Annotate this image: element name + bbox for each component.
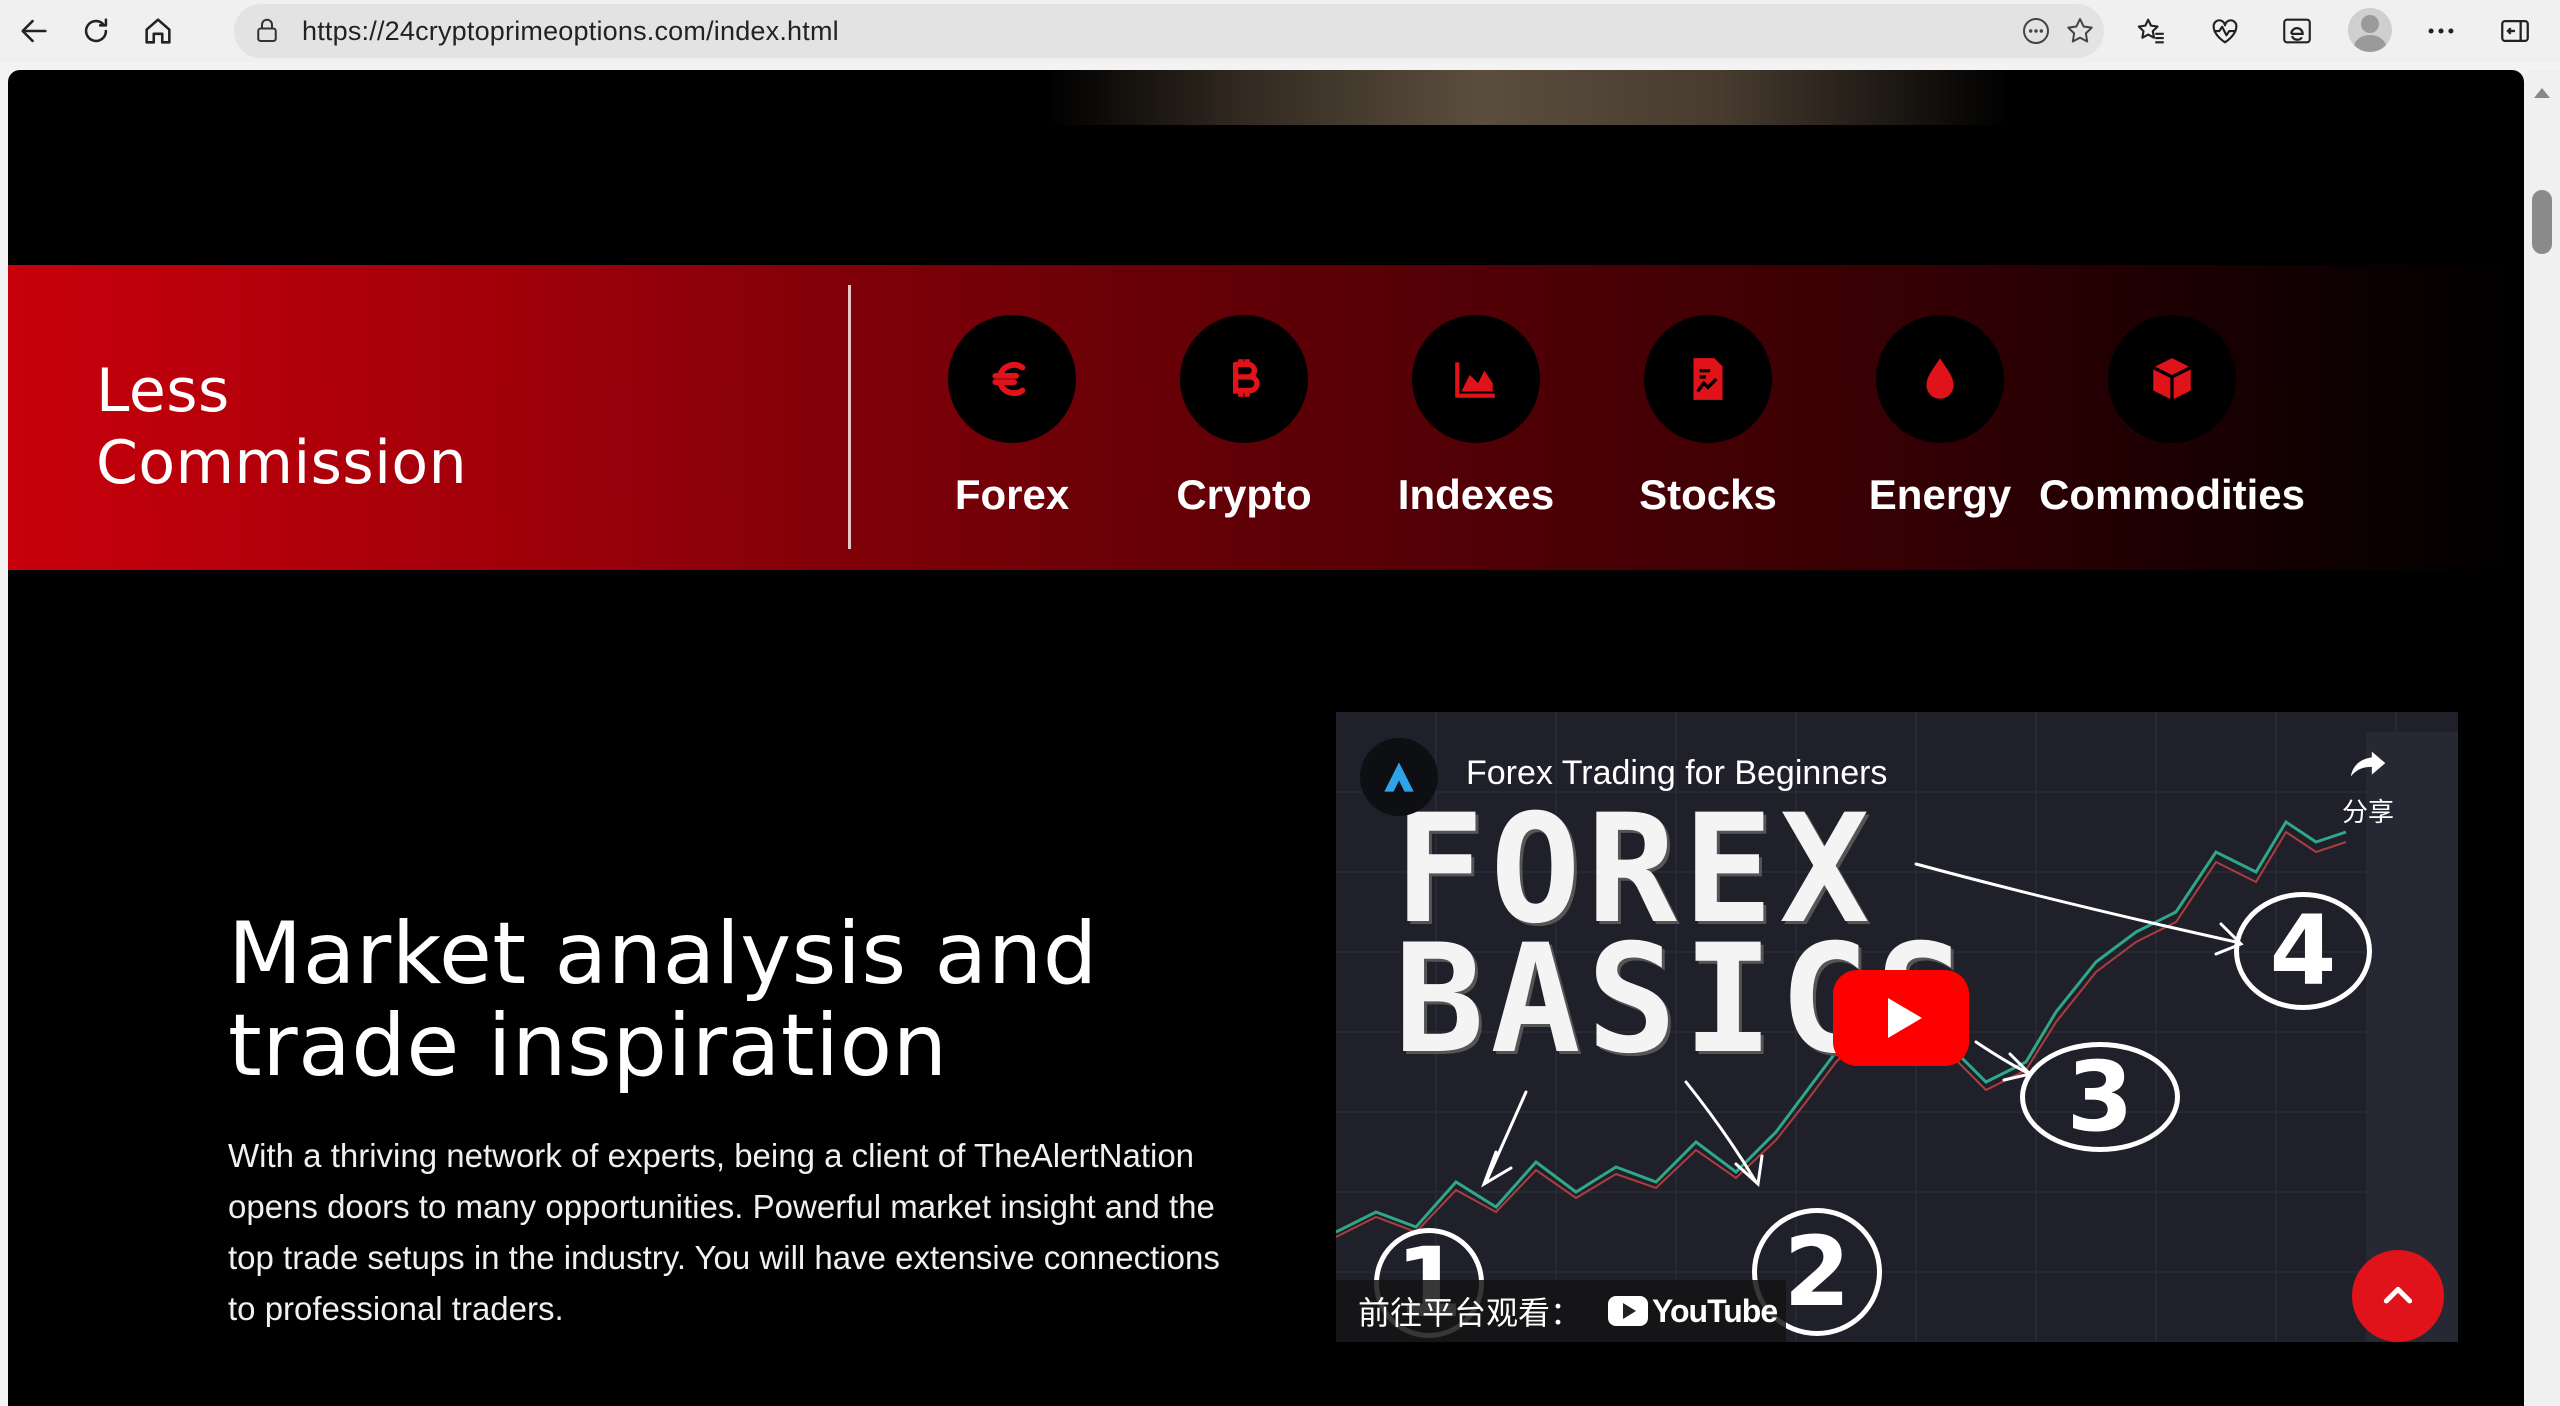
market-energy[interactable]: Energy — [1820, 315, 2060, 519]
sidebar-toggle-button[interactable] — [2494, 10, 2536, 52]
market-commodities[interactable]: Commodities — [2039, 315, 2305, 519]
step-3-circle: 3 — [2020, 1041, 2180, 1153]
band-title: Less Commission — [96, 356, 468, 498]
market-label: Energy — [1868, 471, 2012, 518]
youtube-play-icon — [1608, 1296, 1649, 1326]
favorite-star-icon[interactable] — [2064, 15, 2096, 47]
hero-image-edge — [1048, 70, 2008, 125]
step-4-circle: 4 — [2234, 892, 2372, 1010]
channel-a-logo-icon — [1384, 762, 1414, 792]
share-label: 分享 — [2342, 797, 2395, 827]
market-stocks[interactable]: Stocks — [1588, 315, 1828, 519]
section-headline: Market analysis and trade inspiration — [228, 904, 1098, 1096]
url-text[interactable]: https://24cryptoprimeoptions.com/index.h… — [302, 16, 839, 47]
area-chart-icon — [1455, 362, 1495, 398]
browser-essentials-button[interactable] — [2204, 10, 2246, 52]
market-crypto-circle — [1180, 315, 1308, 443]
commission-band: Less Commission Forex Crypto Indexes Sto… — [8, 265, 2524, 570]
market-crypto[interactable]: Crypto — [1124, 315, 1364, 519]
market-label: Crypto — [1176, 471, 1312, 518]
cube-icon — [2152, 358, 2192, 400]
favorites-button[interactable] — [2130, 10, 2172, 52]
youtube-logo[interactable]: YouTube — [1608, 1292, 1778, 1330]
address-bar[interactable]: https://24cryptoprimeoptions.com/index.h… — [234, 4, 2104, 58]
favorites-icon — [2137, 18, 2164, 44]
channel-logo[interactable] — [1360, 738, 1438, 816]
back-icon — [21, 19, 47, 43]
market-indexes[interactable]: Indexes — [1356, 315, 1596, 519]
video-title[interactable]: Forex Trading for Beginners — [1466, 754, 1887, 793]
euro-icon — [992, 361, 1026, 397]
market-forex[interactable]: Forex — [892, 315, 1132, 519]
browser-toolbar: https://24cryptoprimeoptions.com/index.h… — [0, 0, 2560, 62]
settings-menu-icon — [2428, 28, 2454, 34]
back-to-top-button[interactable] — [2352, 1250, 2444, 1342]
home-icon — [145, 18, 171, 44]
site-info-icon[interactable] — [252, 16, 282, 46]
youtube-embed[interactable]: FOREX BASICS 1 2 3 4 Forex Trading for B… — [1336, 712, 2458, 1342]
youtube-wordmark: YouTube — [1652, 1292, 1778, 1329]
market-stocks-circle — [1644, 315, 1772, 443]
page-scrollbar[interactable] — [2524, 70, 2560, 1406]
document-chart-icon — [1693, 358, 1723, 400]
health-icon — [2212, 19, 2238, 44]
bitcoin-icon — [1232, 359, 1260, 397]
scroll-up-arrow-icon[interactable] — [2534, 88, 2550, 98]
home-button[interactable] — [130, 3, 186, 59]
chevron-up-icon — [2383, 1286, 2413, 1304]
section-paragraph: With a thriving network of experts, bein… — [228, 1137, 1220, 1327]
market-label: Indexes — [1397, 471, 1555, 518]
more-options-icon[interactable] — [2020, 15, 2052, 47]
back-button[interactable] — [6, 3, 62, 59]
market-label: Commodities — [2038, 471, 2306, 518]
share-arrow-icon — [2350, 751, 2386, 777]
ie-mode-button[interactable] — [2276, 10, 2318, 52]
share-button[interactable]: 分享 — [2342, 742, 2394, 829]
market-label: Stocks — [1639, 471, 1777, 518]
scroll-thumb[interactable] — [2532, 190, 2552, 254]
market-indexes-circle — [1412, 315, 1540, 443]
settings-menu-button[interactable] — [2420, 10, 2462, 52]
profile-avatar[interactable] — [2348, 8, 2392, 52]
band-divider — [848, 285, 851, 549]
ie-mode-icon — [2283, 18, 2311, 44]
market-label: Forex — [954, 471, 1070, 518]
market-commodities-circle — [2108, 315, 2236, 443]
watch-on-label: 前往平台观看： — [1358, 1294, 1583, 1332]
drop-icon — [1926, 358, 1954, 399]
refresh-button[interactable] — [68, 3, 124, 59]
market-energy-circle — [1876, 315, 2004, 443]
watch-on-youtube-bar[interactable]: 前往平台观看： YouTube — [1336, 1280, 1786, 1342]
sidebar-icon — [2501, 19, 2529, 43]
page-viewport: Less Commission Forex Crypto Indexes Sto… — [8, 70, 2524, 1406]
play-button[interactable] — [1833, 970, 1969, 1066]
refresh-icon — [84, 18, 108, 43]
market-forex-circle — [948, 315, 1076, 443]
